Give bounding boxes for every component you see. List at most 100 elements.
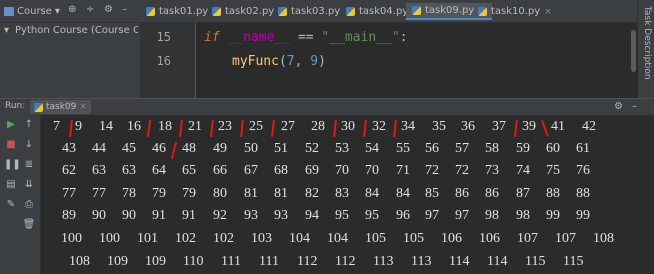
output-number: 105 bbox=[403, 231, 424, 246]
console-output[interactable]: 7 9 14 16 18 21 23 25 27 28 30 32 34 35 … bbox=[41, 115, 654, 274]
output-number: 37 bbox=[492, 119, 506, 134]
output-number: 104 bbox=[327, 231, 348, 246]
output-number: 93 bbox=[244, 208, 258, 223]
tab-task10[interactable]: task10.py × bbox=[472, 3, 558, 20]
run-toolbar: Run: task09 × ⚙ – bbox=[0, 98, 654, 116]
output-number: 86 bbox=[455, 186, 469, 201]
close-icon[interactable]: × bbox=[544, 7, 552, 17]
output-number: 100 bbox=[61, 231, 82, 246]
output-number: 112 bbox=[297, 254, 318, 269]
scroll-to-end-icon[interactable]: ⇊ bbox=[22, 179, 36, 190]
red-annotation-mark bbox=[170, 142, 178, 159]
output-number: 77 bbox=[92, 186, 106, 201]
python-file-icon bbox=[212, 7, 221, 16]
output-number: 109 bbox=[145, 254, 166, 269]
output-number: 88 bbox=[546, 186, 560, 201]
gear-icon[interactable]: ⚙ bbox=[104, 4, 113, 15]
output-number: 115 bbox=[525, 254, 546, 269]
output-number: 97 bbox=[455, 208, 469, 223]
output-number: 84 bbox=[396, 186, 410, 201]
output-number: 59 bbox=[516, 141, 530, 156]
collapse-icon[interactable]: ÷ bbox=[86, 4, 94, 15]
output-number: 51 bbox=[274, 141, 288, 156]
editor-scrollbar[interactable] bbox=[631, 30, 636, 72]
tab-label: task04.py bbox=[359, 6, 409, 17]
output-number: 112 bbox=[335, 254, 356, 269]
output-row: 43 44 45 46 48 49 50 51 52 53 54 55 56 5… bbox=[41, 141, 654, 161]
output-number: 41 bbox=[551, 119, 565, 134]
output-number: 88 bbox=[576, 186, 590, 201]
output-number: 69 bbox=[305, 163, 319, 178]
output-number: 36 bbox=[461, 119, 475, 134]
minimize-icon[interactable]: – bbox=[122, 4, 127, 15]
down-arrow-icon[interactable]: ↓ bbox=[22, 139, 36, 150]
output-number: 108 bbox=[69, 254, 90, 269]
output-number: 63 bbox=[92, 163, 106, 178]
pin-icon[interactable]: ✎ bbox=[4, 199, 18, 210]
task-description-tab[interactable]: Task Description bbox=[642, 6, 652, 80]
stop-icon[interactable]: ■ bbox=[4, 139, 18, 150]
output-number: 89 bbox=[62, 208, 76, 223]
close-icon[interactable]: × bbox=[79, 102, 87, 112]
project-tree: ▾ Python Course (Course Creation) bbox=[0, 23, 141, 98]
output-number: 108 bbox=[593, 231, 614, 246]
red-annotation-mark bbox=[333, 119, 337, 138]
output-number: 106 bbox=[479, 231, 500, 246]
output-number: 50 bbox=[244, 141, 258, 156]
output-number: 83 bbox=[335, 186, 349, 201]
identifier: __name__ bbox=[227, 30, 291, 45]
restore-layout-icon[interactable]: ▤ bbox=[4, 179, 18, 190]
python-file-icon bbox=[412, 6, 421, 15]
output-number: 67 bbox=[244, 163, 258, 178]
output-number: 78 bbox=[122, 186, 136, 201]
output-number: 93 bbox=[274, 208, 288, 223]
red-annotation-mark bbox=[271, 119, 275, 138]
operator: == bbox=[297, 30, 314, 45]
output-number: 107 bbox=[517, 231, 538, 246]
line-number: 15 bbox=[156, 30, 171, 44]
output-number: 30 bbox=[341, 119, 355, 134]
gear-icon[interactable]: ⚙ bbox=[614, 101, 623, 112]
run-tab-task09[interactable]: task09 × bbox=[30, 100, 91, 114]
soft-wrap-icon[interactable]: ≣ bbox=[22, 159, 36, 170]
output-number: 73 bbox=[485, 163, 499, 178]
output-number: 102 bbox=[175, 231, 196, 246]
chevron-down-icon[interactable]: ▾ bbox=[4, 25, 9, 36]
red-annotation-mark bbox=[240, 119, 244, 138]
output-number: 114 bbox=[449, 254, 470, 269]
output-row: 89 90 90 91 91 92 93 93 94 95 95 96 97 9… bbox=[41, 208, 654, 228]
output-number: 52 bbox=[305, 141, 319, 156]
output-number: 75 bbox=[546, 163, 560, 178]
print-icon[interactable]: ⎙ bbox=[22, 199, 36, 210]
up-arrow-icon[interactable]: ↑ bbox=[22, 119, 36, 130]
output-number: 77 bbox=[62, 186, 76, 201]
minimize-icon[interactable]: – bbox=[632, 101, 637, 112]
code-editor[interactable]: if __name__ == "__main__": myFunc(7, 9) bbox=[196, 23, 638, 98]
target-icon[interactable]: ⊕ bbox=[68, 4, 76, 15]
pause-icon[interactable]: ❚❚ bbox=[4, 159, 21, 170]
red-annotation-mark bbox=[541, 120, 549, 137]
output-number: 86 bbox=[485, 186, 499, 201]
output-number: 56 bbox=[425, 141, 439, 156]
project-view-button[interactable]: Course ▾ bbox=[4, 3, 60, 19]
red-annotation-mark bbox=[69, 119, 73, 138]
tree-item-course[interactable]: ▾ Python Course (Course Creation) bbox=[4, 25, 138, 36]
number-literal: 7 bbox=[286, 54, 295, 69]
trash-icon[interactable]: 🗑 bbox=[22, 219, 36, 230]
editor-gutter: 15 16 bbox=[141, 23, 196, 98]
tab-label: task02.py bbox=[225, 6, 275, 17]
red-annotation-mark bbox=[393, 119, 397, 138]
output-number: 32 bbox=[372, 119, 386, 134]
red-annotation-mark bbox=[210, 119, 214, 138]
output-number: 104 bbox=[289, 231, 310, 246]
output-number: 27 bbox=[281, 119, 295, 134]
colon: : bbox=[399, 30, 408, 45]
dropdown-icon[interactable]: ▾ bbox=[55, 6, 60, 17]
output-number: 99 bbox=[546, 208, 560, 223]
output-number: 87 bbox=[516, 186, 530, 201]
output-number: 25 bbox=[249, 119, 263, 134]
output-number: 90 bbox=[92, 208, 106, 223]
output-number: 107 bbox=[555, 231, 576, 246]
rerun-icon[interactable]: ▶ bbox=[4, 119, 18, 130]
output-number: 14 bbox=[99, 119, 113, 134]
